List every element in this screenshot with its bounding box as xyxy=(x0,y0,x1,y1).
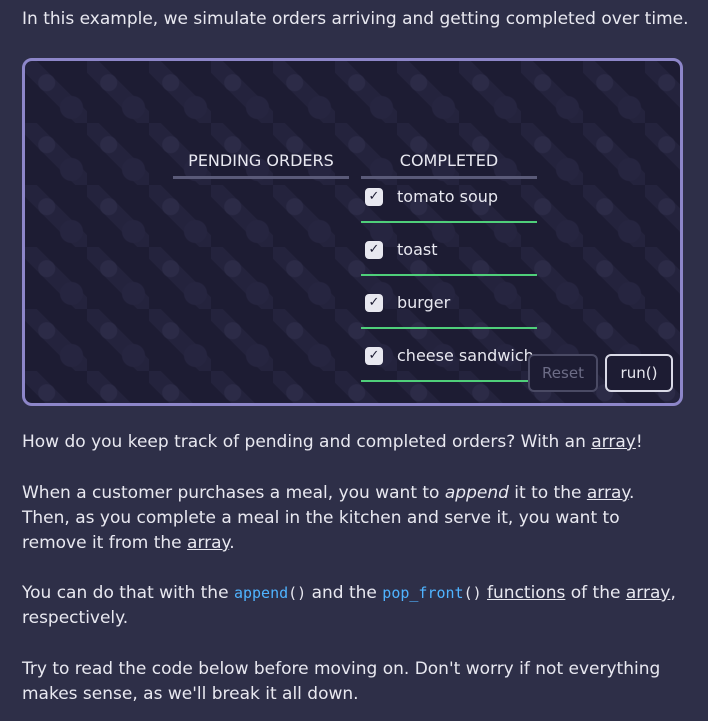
completed-order-item: ✓ burger xyxy=(361,285,537,329)
array-link[interactable]: array xyxy=(187,533,229,553)
paragraph-functions: You can do that with the append() and th… xyxy=(22,583,676,628)
completed-order-item: ✓ tomato soup xyxy=(361,179,537,223)
checkbox-checked-icon: ✓ xyxy=(365,241,383,259)
order-label: cheese sandwich xyxy=(397,346,533,365)
paragraph-append-explanation: When a customer purchases a meal, you wa… xyxy=(22,483,635,553)
array-link[interactable]: array xyxy=(626,583,671,603)
completed-header: COMPLETED xyxy=(361,151,537,179)
reset-button[interactable]: Reset xyxy=(528,354,598,392)
order-simulation-panel: PENDING ORDERS COMPLETED ✓ tomato soup ✓… xyxy=(22,58,683,406)
checkbox-checked-icon: ✓ xyxy=(365,294,383,312)
code-append: append() xyxy=(233,584,307,602)
order-label: burger xyxy=(397,293,451,312)
code-pop-front: pop_front() xyxy=(382,584,482,602)
completed-order-item: ✓ toast xyxy=(361,232,537,276)
run-button[interactable]: run() xyxy=(605,354,673,392)
intro-text: In this example, we simulate orders arri… xyxy=(22,9,689,29)
paragraph-read-code: Try to read the code below before moving… xyxy=(22,659,661,704)
checkbox-checked-icon: ✓ xyxy=(365,347,383,365)
array-link[interactable]: array xyxy=(587,483,629,503)
pending-orders-header: PENDING ORDERS xyxy=(173,151,349,179)
completed-order-item: ✓ cheese sandwich xyxy=(361,338,537,382)
checkbox-checked-icon: ✓ xyxy=(365,188,383,206)
array-link[interactable]: array xyxy=(591,432,636,452)
paragraph-array-intro: How do you keep track of pending and com… xyxy=(22,432,643,452)
order-label: toast xyxy=(397,240,438,259)
functions-link[interactable]: functions xyxy=(487,583,565,603)
order-label: tomato soup xyxy=(397,187,499,206)
